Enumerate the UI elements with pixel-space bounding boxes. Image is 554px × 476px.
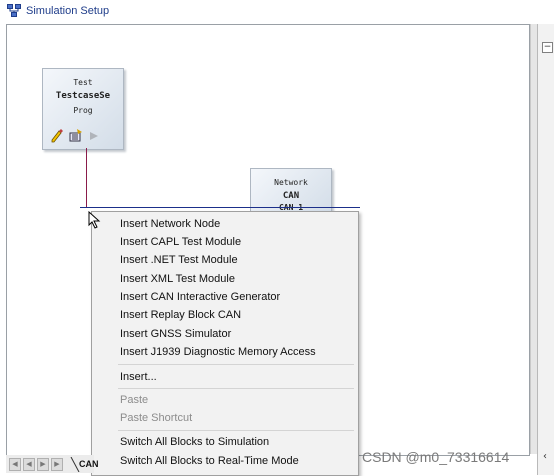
network-block[interactable]: Network CAN CAN 1 <box>250 168 332 216</box>
block-sub-label: Prog <box>73 106 93 115</box>
menu-item-insert-xml-test-module[interactable]: Insert XML Test Module <box>120 273 235 285</box>
title-bar: Simulation Setup <box>0 0 554 22</box>
menu-separator <box>118 388 354 389</box>
block-toolbar <box>51 129 111 143</box>
tab-can[interactable]: CAN <box>79 459 99 469</box>
first-tab-icon[interactable]: ◀ <box>9 458 21 471</box>
mouse-cursor-icon <box>88 211 101 229</box>
last-tab-icon[interactable]: ▶ <box>51 458 63 471</box>
block-type-label: Network <box>274 178 308 187</box>
menu-item-insert-can-interactive-generator[interactable]: Insert CAN Interactive Generator <box>120 291 280 303</box>
collapse-icon[interactable]: − <box>542 42 553 53</box>
block-name-label: TestcaseSe <box>55 91 111 101</box>
next-tab-icon[interactable]: ▶ <box>37 458 49 471</box>
menu-item-insert-dotnet-test-module[interactable]: Insert .NET Test Module <box>120 254 238 266</box>
test-connection-line <box>86 148 87 208</box>
menu-item-insert-replay-block-can[interactable]: Insert Replay Block CAN <box>120 309 241 321</box>
menu-item-switch-all-simulation[interactable]: Switch All Blocks to Simulation <box>120 436 269 448</box>
menu-item-paste[interactable]: Paste <box>120 394 148 406</box>
menu-separator <box>118 430 354 431</box>
watermark: CSDN @m0_73316614 <box>362 449 510 465</box>
simulation-setup-icon <box>7 4 21 17</box>
prev-tab-icon[interactable]: ◀ <box>23 458 35 471</box>
vertical-scrollbar[interactable] <box>530 24 537 454</box>
menu-item-insert-more[interactable]: Insert... <box>120 371 157 383</box>
menu-item-switch-all-realtime[interactable]: Switch All Blocks to Real-Time Mode <box>120 455 299 467</box>
window-title: Simulation Setup <box>26 5 110 17</box>
play-icon[interactable] <box>89 131 99 141</box>
test-block[interactable]: Test TestcaseSe Prog <box>42 68 124 150</box>
tab-bar: ◀ ◀ ▶ ▶ CAN <box>6 455 99 473</box>
config-icon[interactable] <box>69 129 83 143</box>
scroll-left-icon[interactable]: ‹ <box>543 451 547 462</box>
block-name-label: CAN <box>282 191 300 201</box>
menu-separator <box>118 364 354 365</box>
menu-item-paste-shortcut[interactable]: Paste Shortcut <box>120 412 192 424</box>
menu-item-insert-gnss-simulator[interactable]: Insert GNSS Simulator <box>120 328 231 340</box>
menu-item-insert-network-node[interactable]: Insert Network Node <box>120 218 220 230</box>
side-panel: − <box>537 24 554 475</box>
context-menu: Insert Network Node Insert CAPL Test Mod… <box>91 211 359 476</box>
block-type-label: Test <box>73 78 93 87</box>
menu-item-insert-j1939-diagnostic-memory-access[interactable]: Insert J1939 Diagnostic Memory Access <box>120 346 316 358</box>
menu-item-insert-capl-test-module[interactable]: Insert CAPL Test Module <box>120 236 241 248</box>
can-bus-line[interactable] <box>80 207 360 208</box>
pencil-icon[interactable] <box>51 129 63 143</box>
